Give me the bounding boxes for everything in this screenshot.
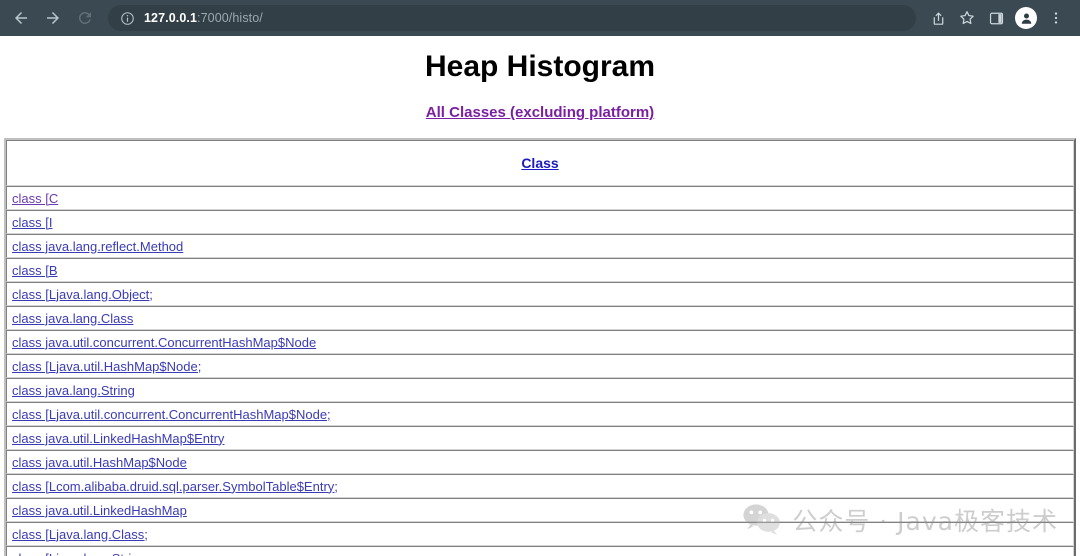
class-link[interactable]: class [B (12, 263, 58, 278)
forward-button[interactable] (38, 3, 68, 33)
class-link[interactable]: class java.util.concurrent.ConcurrentHas… (12, 335, 316, 350)
site-info-icon[interactable] (120, 11, 135, 26)
table-row: class java.util.HashMap$Node (6, 450, 1074, 474)
class-link[interactable]: class [I (12, 215, 52, 230)
column-header-class: Class (6, 140, 1074, 186)
table-cell-class: class java.util.HashMap$Node (6, 450, 1074, 474)
class-link[interactable]: class java.util.LinkedHashMap$Entry (12, 431, 224, 446)
reload-button[interactable] (70, 3, 100, 33)
table-cell-class: class [I (6, 210, 1074, 234)
class-link[interactable]: class java.util.HashMap$Node (12, 455, 187, 470)
class-link[interactable]: class [Ljava.util.HashMap$Node; (12, 359, 201, 374)
star-icon (958, 9, 976, 27)
class-link[interactable]: class java.lang.String (12, 383, 135, 398)
chrome-menu-button[interactable] (1042, 4, 1070, 32)
table-cell-class: class [C (6, 186, 1074, 210)
three-dots-vertical-icon (1048, 10, 1064, 26)
arrow-left-icon (12, 9, 30, 27)
table-cell-class: class [Ljava.lang.Object; (6, 282, 1074, 306)
table-row: class [B (6, 258, 1074, 282)
reload-icon (76, 9, 94, 27)
arrow-right-icon (44, 9, 62, 27)
table-row: class [Ljava.lang.Object; (6, 282, 1074, 306)
table-cell-class: class [Ljava.util.concurrent.ConcurrentH… (6, 402, 1074, 426)
table-row: class [Lcom.alibaba.druid.sql.parser.Sym… (6, 474, 1074, 498)
all-classes-link-wrap: All Classes (excluding platform) (0, 104, 1080, 122)
side-panel-icon (988, 10, 1005, 27)
heap-histogram-table: Class class [C class [I class java.lang.re… (4, 138, 1076, 556)
table-cell-class: class java.lang.String (6, 378, 1074, 402)
class-link[interactable]: class java.lang.reflect.Method (12, 239, 183, 254)
table-cell-class: class java.util.LinkedHashMap$Entry (6, 426, 1074, 450)
page-content: Heap Histogram All Classes (excluding pl… (0, 36, 1080, 556)
sort-by-class-link[interactable]: Class (521, 155, 558, 171)
class-link[interactable]: class [Ljava.lang.String; (12, 551, 149, 556)
toolbar-actions (924, 4, 1070, 32)
table-row: class java.lang.Class (6, 306, 1074, 330)
table-body: class [C class [I class java.lang.reflect.… (6, 186, 1074, 556)
class-link[interactable]: class [Ljava.lang.Class; (12, 527, 148, 542)
table-cell-class: class java.util.LinkedHashMap (6, 498, 1074, 522)
address-bar[interactable]: 127.0.0.1:7000/histo/ (108, 5, 916, 31)
profile-avatar[interactable] (1015, 7, 1037, 29)
table-row: class java.lang.reflect.Method (6, 234, 1074, 258)
url-path: :7000/histo/ (197, 11, 263, 25)
table-row: class [Ljava.util.concurrent.ConcurrentH… (6, 402, 1074, 426)
table-cell-class: class java.lang.Class (6, 306, 1074, 330)
table-cell-class: class [Lcom.alibaba.druid.sql.parser.Sym… (6, 474, 1074, 498)
circle-info-icon (120, 11, 135, 26)
table-header-row: Class (6, 140, 1074, 186)
all-classes-link[interactable]: All Classes (excluding platform) (426, 104, 654, 121)
class-link[interactable]: class [C (12, 191, 58, 206)
table-row: class [Ljava.util.HashMap$Node; (6, 354, 1074, 378)
table-row: class java.lang.String (6, 378, 1074, 402)
table-cell-class: class [B (6, 258, 1074, 282)
url-host: 127.0.0.1 (144, 11, 197, 25)
table-row: class [Ljava.lang.Class; (6, 522, 1074, 546)
url-text: 127.0.0.1:7000/histo/ (144, 11, 263, 25)
table-row: class [I (6, 210, 1074, 234)
share-button[interactable] (924, 4, 952, 32)
side-panel-button[interactable] (982, 4, 1010, 32)
table-row: class java.util.LinkedHashMap$Entry (6, 426, 1074, 450)
person-icon (1019, 11, 1034, 26)
table-cell-class: class [Ljava.util.HashMap$Node; (6, 354, 1074, 378)
table-row: class [Ljava.lang.String; (6, 546, 1074, 556)
page-title: Heap Histogram (0, 50, 1080, 84)
bookmark-button[interactable] (953, 4, 981, 32)
class-link[interactable]: class java.util.LinkedHashMap (12, 503, 187, 518)
class-link[interactable]: class java.lang.Class (12, 311, 133, 326)
class-link[interactable]: class [Lcom.alibaba.druid.sql.parser.Sym… (12, 479, 338, 494)
table-cell-class: class java.lang.reflect.Method (6, 234, 1074, 258)
table-row: class [C (6, 186, 1074, 210)
table-row: class java.util.LinkedHashMap (6, 498, 1074, 522)
table-cell-class: class [Ljava.lang.String; (6, 546, 1074, 556)
browser-toolbar: 127.0.0.1:7000/histo/ (0, 0, 1080, 36)
table-head: Class (6, 140, 1074, 186)
navigation-buttons (6, 3, 100, 33)
class-link[interactable]: class [Ljava.util.concurrent.ConcurrentH… (12, 407, 331, 422)
class-link[interactable]: class [Ljava.lang.Object; (12, 287, 153, 302)
share-icon (930, 10, 947, 27)
table-cell-class: class java.util.concurrent.ConcurrentHas… (6, 330, 1074, 354)
back-button[interactable] (6, 3, 36, 33)
table-cell-class: class [Ljava.lang.Class; (6, 522, 1074, 546)
table-row: class java.util.concurrent.ConcurrentHas… (6, 330, 1074, 354)
